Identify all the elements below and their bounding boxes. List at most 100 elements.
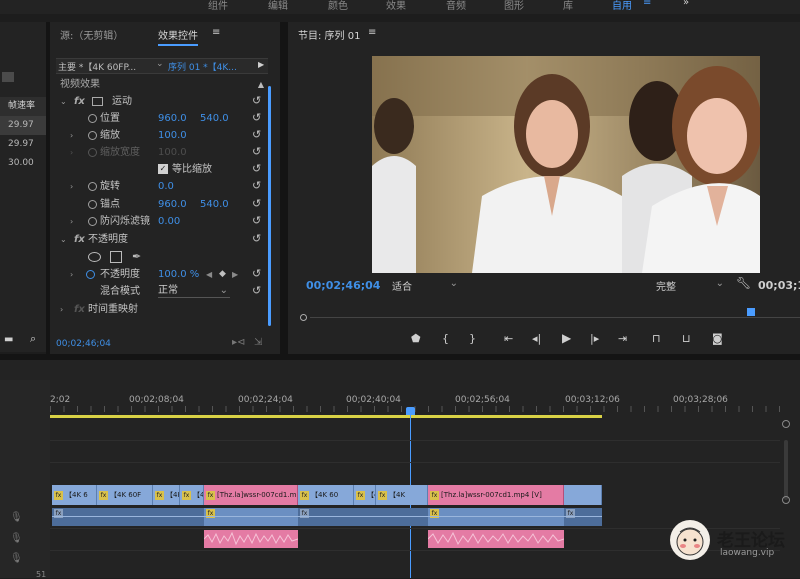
reset-icon[interactable]: ↺ [252, 180, 264, 192]
program-monitor-title[interactable]: 节目: 序列 01 [298, 27, 360, 42]
timeline-scrollbar[interactable] [784, 440, 788, 500]
chevron-down-icon[interactable]: ⌄ [60, 93, 67, 110]
menu-item-libraries[interactable]: 库 [563, 0, 573, 12]
list-icon[interactable]: ▬ [4, 334, 13, 345]
microphone-icon[interactable]: 🎙︎ [10, 533, 23, 544]
next-keyframe-icon[interactable]: ▶ [232, 266, 238, 283]
rotation-value[interactable]: 0.0 [158, 178, 174, 195]
menu-icon[interactable]: ≡ [643, 0, 651, 8]
audio-clip[interactable]: fx [564, 508, 602, 526]
menu-item-editing[interactable]: 编辑 [268, 0, 288, 12]
fx-icon[interactable]: fx [74, 231, 85, 248]
extract-icon[interactable]: ⊔ [682, 332, 691, 345]
scroll-knob-icon[interactable] [782, 496, 790, 504]
stopwatch-icon[interactable] [86, 270, 95, 279]
audio-clip[interactable] [427, 530, 565, 548]
opacity-value[interactable]: 100.0 % [158, 266, 199, 283]
search-icon[interactable]: ⌕ [30, 332, 36, 346]
menu-item-assembly[interactable]: 组件 [208, 0, 228, 12]
audio-clip[interactable]: fx [298, 508, 428, 526]
effect-controls-timecode[interactable]: 00;02;46;04 [56, 339, 111, 349]
chevron-right-icon[interactable]: › [70, 127, 73, 144]
step-back-icon[interactable]: ◂| [532, 332, 541, 345]
menu-item-effects[interactable]: 效果 [386, 0, 406, 12]
anchor-y-value[interactable]: 540.0 [200, 196, 229, 213]
anchor-x-value[interactable]: 960.0 [158, 196, 187, 213]
previous-keyframe-icon[interactable]: ◀ [206, 266, 212, 283]
menu-item-color[interactable]: 颜色 [328, 0, 348, 12]
lift-icon[interactable]: ⊓ [652, 332, 661, 345]
step-forward-icon[interactable]: |▸ [590, 332, 599, 345]
time-remap-row[interactable]: › fx 时间重映射 [56, 301, 268, 318]
transform-icon[interactable] [92, 97, 103, 106]
list-view-icon[interactable] [2, 72, 14, 82]
effect-controls-scrollbar[interactable] [268, 86, 271, 326]
monitor-scrub-bar[interactable] [300, 308, 800, 321]
play-only-icon[interactable]: ▶ [258, 60, 264, 69]
export-frame-icon[interactable]: ▸⊲ [232, 337, 245, 348]
sequence-clip-label[interactable]: 序列 01 *【4K... [168, 60, 237, 73]
chevron-down-icon[interactable]: ⌄ [156, 59, 164, 69]
list-item[interactable]: 29.97 [0, 116, 46, 135]
ellipse-mask-icon[interactable] [88, 252, 101, 262]
video-preview[interactable] [372, 56, 760, 273]
reset-icon[interactable]: ↺ [252, 95, 264, 107]
timeline-playhead-handle[interactable] [406, 407, 415, 415]
monitor-playhead[interactable] [747, 308, 755, 316]
play-icon[interactable]: ▶ [562, 331, 571, 345]
fit-select[interactable]: 适合 ⌄ [392, 278, 460, 293]
filter-icon[interactable]: ⇲ [254, 337, 262, 348]
add-keyframe-icon[interactable]: ◆ [219, 266, 226, 283]
blend-mode-select[interactable]: 正常 ⌄ [158, 284, 230, 298]
playback-resolution-select[interactable]: 完整 ⌄ [656, 278, 726, 293]
audio-volume-line[interactable] [52, 516, 602, 517]
video-clip[interactable]: fx【4K 6 [180, 485, 204, 505]
microphone-icon[interactable]: 🎙︎ [10, 553, 23, 564]
uniform-scale-checkbox[interactable]: ✓ [158, 164, 168, 174]
menu-item-custom[interactable]: 自用 [612, 0, 632, 12]
audio-clip[interactable]: fx [52, 508, 204, 526]
tab-effect-controls[interactable]: 效果控件 [158, 27, 198, 46]
video-clip[interactable] [564, 485, 602, 505]
reset-icon[interactable]: ↺ [252, 215, 264, 227]
master-clip-label[interactable]: 主要 *【4K 60FP... [58, 60, 136, 73]
chevron-right-icon[interactable]: › [70, 213, 73, 230]
antiflicker-value[interactable]: 0.00 [158, 213, 180, 230]
video-clip[interactable]: fx【4K 6 [153, 485, 180, 505]
position-x-value[interactable]: 960.0 [158, 110, 187, 127]
audio-clip[interactable]: fx [428, 508, 564, 526]
mark-in-icon[interactable]: { [442, 332, 449, 345]
menu-item-audio[interactable]: 音频 [446, 0, 466, 12]
collapse-icon[interactable]: ▲ [258, 76, 264, 93]
export-frame-camera-icon[interactable]: ◙ [712, 332, 723, 345]
video-clip[interactable]: fx 【4K 60F [97, 485, 153, 505]
chevron-right-icon[interactable]: › [70, 266, 73, 283]
video-clip[interactable]: fx [Thz.la]wssr-007cd1.mp4 [V] [428, 485, 564, 505]
playhead-timecode[interactable]: 00;02;46;04 [306, 279, 380, 292]
video-clip[interactable]: fx 【4K [376, 485, 428, 505]
reset-icon[interactable]: ↺ [252, 285, 264, 297]
tab-source[interactable]: 源:（无剪辑） [60, 27, 123, 42]
video-clip[interactable]: fx【4K 60 [354, 485, 376, 505]
panel-menu-icon[interactable]: ≡ [368, 27, 376, 38]
microphone-icon[interactable]: 🎙︎ [10, 512, 23, 523]
chevron-right-icon[interactable]: › [70, 178, 73, 195]
reset-icon[interactable]: ↺ [252, 233, 264, 245]
audio-clip[interactable]: fx [204, 508, 298, 526]
chevron-right-icon[interactable]: › [60, 301, 63, 318]
stopwatch-icon[interactable] [88, 131, 97, 140]
mark-out-icon[interactable]: } [469, 332, 476, 345]
audio-clip[interactable] [203, 530, 299, 548]
work-area-bar[interactable] [50, 415, 602, 418]
more-workspaces-button[interactable]: » [683, 0, 689, 8]
opacity-effect-row[interactable]: ⌄ fx 不透明度 ↺ [56, 231, 268, 248]
stopwatch-icon[interactable] [88, 200, 97, 209]
video-clip[interactable]: fx【4K 60 [298, 485, 354, 505]
go-to-in-icon[interactable]: ⇤ [504, 332, 513, 345]
list-item[interactable]: 30.00 [0, 154, 46, 173]
position-y-value[interactable]: 540.0 [200, 110, 229, 127]
settings-wrench-icon[interactable]: 🔧︎ [736, 276, 751, 290]
rectangle-mask-icon[interactable] [110, 251, 122, 263]
reset-icon[interactable]: ↺ [252, 129, 264, 141]
stopwatch-icon[interactable] [88, 114, 97, 123]
